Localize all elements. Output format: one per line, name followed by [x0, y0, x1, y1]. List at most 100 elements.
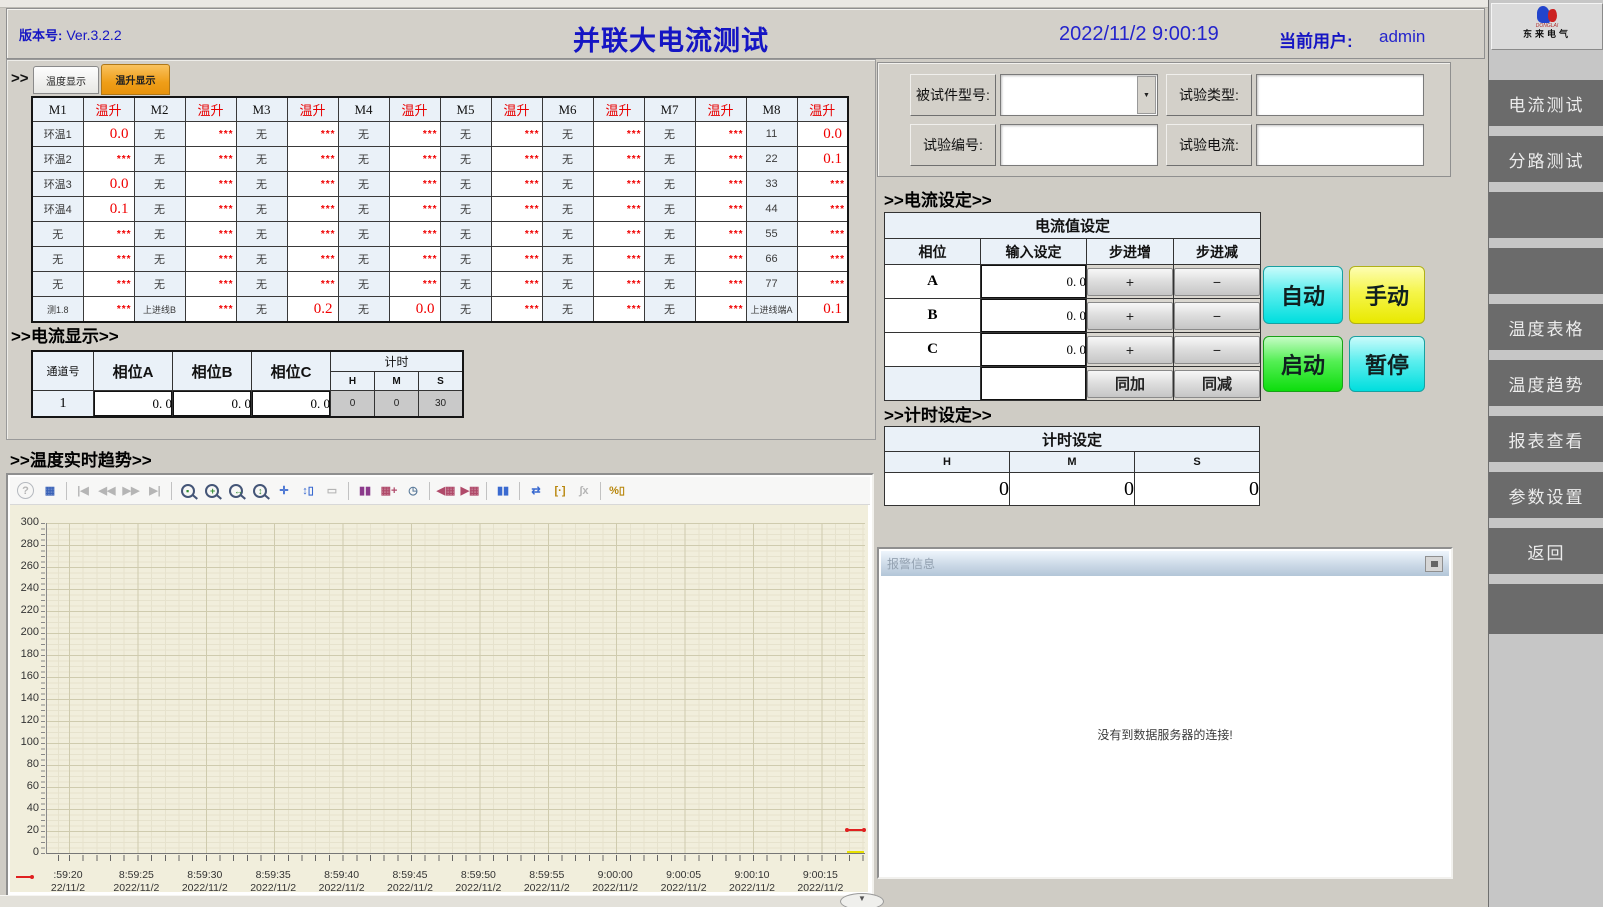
sidebar-item-branch-test[interactable]: 分路测试 — [1489, 136, 1603, 182]
sidebar-item-param-settings[interactable]: 参数设置 — [1489, 472, 1603, 518]
test-info-panel: 被试件型号: ▼ 试验类型: 试验编号: 试验电流: — [877, 62, 1451, 177]
phase-c-set-input[interactable]: 0. 0 — [981, 333, 1087, 367]
timer-minutes-input[interactable]: 0 — [1010, 473, 1135, 506]
scroll-chart-left-icon[interactable]: ◀▦ — [435, 480, 457, 501]
rise-header: 温升 — [491, 97, 542, 122]
tab-label: 温升显示 — [116, 72, 156, 87]
phase-a-step-inc-button[interactable]: + — [1087, 268, 1173, 296]
sidebar-item-back[interactable]: 返回 — [1489, 528, 1603, 574]
timer-seconds-input[interactable]: 0 — [1135, 473, 1260, 506]
go-last-icon[interactable]: ▶| — [144, 480, 166, 501]
add-chart-icon[interactable]: ▦+ — [378, 480, 400, 501]
manual-button[interactable]: 手动 — [1349, 266, 1425, 324]
toolbar-separator — [519, 482, 520, 500]
phase-all-set-input[interactable] — [981, 367, 1087, 401]
phase-b-set-input[interactable]: 0. 0 — [981, 299, 1087, 333]
current-user-label: 当前用户: — [1279, 27, 1353, 52]
export-table-icon[interactable]: ▦ — [39, 480, 61, 501]
rise-value-cell: *** — [389, 122, 440, 147]
cursor-values-icon[interactable]: [·] — [549, 480, 571, 501]
timer-hours-input[interactable]: 0 — [885, 473, 1010, 506]
test-type-input[interactable] — [1256, 74, 1424, 116]
sensor-name-cell: 无 — [440, 197, 491, 222]
pan-icon[interactable]: ✛ — [273, 480, 295, 501]
test-number-input[interactable] — [1000, 124, 1158, 166]
sensor-name-cell: 无 — [644, 172, 695, 197]
rise-value-cell: *** — [593, 272, 644, 297]
function-icon[interactable]: ∫x — [573, 480, 595, 501]
temp-table-row: 环温30.0无***无***无***无***无***无***33*** — [32, 172, 848, 197]
time-span-icon[interactable]: ◷ — [402, 480, 424, 501]
phase-c-step-dec-button[interactable]: − — [1174, 336, 1260, 364]
module-header: M5 — [440, 97, 491, 122]
data-archive-icon[interactable]: ▮▮ — [354, 480, 376, 501]
alarm-close-button[interactable] — [1425, 556, 1443, 572]
fast-forward-icon[interactable]: ▶▶ — [120, 480, 142, 501]
chart-toolbar: ?▦|◀◀◀▶▶▶|▪+↔↕✛↕▯▭▮▮▦+◷◀▦▶▦▮▮⇄[·]∫x%▯ — [10, 477, 870, 505]
alarm-message: 没有到数据服务器的连接! — [882, 726, 1448, 743]
all-inc-button[interactable]: 同加 — [1087, 370, 1173, 398]
phase-c-step-inc-button[interactable]: + — [1087, 336, 1173, 364]
pause-button[interactable]: 暂停 — [1349, 336, 1425, 392]
sensor-name-cell: 无 — [644, 247, 695, 272]
rise-value-cell: *** — [797, 172, 848, 197]
tab-temperature-display[interactable]: 温度显示 — [33, 66, 99, 94]
zoom-box-icon[interactable]: ▪ — [177, 480, 199, 501]
sidebar-item-temp-table[interactable]: 温度表格 — [1489, 304, 1603, 350]
percent-scale-icon[interactable]: %▯ — [606, 480, 628, 501]
sensor-name-cell: 无 — [236, 272, 287, 297]
collapse-chart-button[interactable]: ▼ — [840, 893, 884, 907]
rise-value-cell: 0.0 — [83, 172, 134, 197]
swap-axes-icon[interactable]: ⇄ — [525, 480, 547, 501]
sensor-name-cell: 无 — [338, 297, 389, 323]
sensor-name-cell: 无 — [542, 147, 593, 172]
sensor-name-cell: 无 — [644, 272, 695, 297]
x-axis-tick-label: 9:00:152022/11/2 — [785, 869, 855, 892]
legend-box-icon[interactable]: ▭ — [321, 480, 343, 501]
all-dec-button[interactable]: 同减 — [1174, 370, 1260, 398]
x-axis-tick-label: 9:00:052022/11/2 — [649, 869, 719, 892]
phase-b-step-inc-button[interactable]: + — [1087, 302, 1173, 330]
zoom-vertical-icon[interactable]: ↕ — [249, 480, 271, 501]
rise-value-cell: *** — [389, 272, 440, 297]
rise-value-cell: *** — [185, 297, 236, 323]
sidebar-item-report-view[interactable]: 报表查看 — [1489, 416, 1603, 462]
auto-button[interactable]: 自动 — [1263, 266, 1343, 324]
y-axis-tick-label: 20 — [12, 824, 39, 836]
x-axis-tick-label: 9:00:102022/11/2 — [717, 869, 787, 892]
start-button[interactable]: 启动 — [1263, 336, 1343, 392]
tab-temperature-rise-display[interactable]: 温升显示 — [101, 64, 170, 95]
phase-a-step-dec-button[interactable]: − — [1174, 268, 1260, 296]
sidebar-item-current-test[interactable]: 电流测试 — [1489, 80, 1603, 126]
phase-b-step-dec-button[interactable]: − — [1174, 302, 1260, 330]
sensor-name-cell: 55 — [746, 222, 797, 247]
sensor-name-cell: 无 — [236, 197, 287, 222]
scroll-chart-right-icon[interactable]: ▶▦ — [459, 480, 481, 501]
sensor-name-cell: 无 — [236, 172, 287, 197]
logo-red-shape — [1548, 9, 1557, 22]
sensor-name-cell: 无 — [338, 147, 389, 172]
chevron-down-icon[interactable]: ▼ — [1137, 76, 1156, 114]
go-first-icon[interactable]: |◀ — [72, 480, 94, 501]
sidebar-item-temp-trend[interactable]: 温度趋势 — [1489, 360, 1603, 406]
rise-value-cell: *** — [491, 247, 542, 272]
sensor-name-cell: 无 — [542, 197, 593, 222]
help-icon[interactable]: ? — [17, 482, 34, 499]
zoom-horizontal-icon[interactable]: ↔ — [225, 480, 247, 501]
axis-scale-icon[interactable]: ↕▯ — [297, 480, 319, 501]
device-model-combobox[interactable]: ▼ — [1000, 74, 1158, 116]
y-axis-tick-label: 280 — [12, 538, 39, 550]
rise-value-cell: *** — [695, 172, 746, 197]
x-tick-time: 8:59:45 — [375, 869, 445, 882]
phase-a-set-input[interactable]: 0. 0 — [981, 265, 1087, 299]
pause-trend-icon[interactable]: ▮▮ — [492, 480, 514, 501]
test-current-input[interactable] — [1256, 124, 1424, 166]
rise-value-cell: *** — [287, 122, 338, 147]
zoom-in-icon[interactable]: + — [201, 480, 223, 501]
fast-back-icon[interactable]: ◀◀ — [96, 480, 118, 501]
rise-value-cell: *** — [185, 247, 236, 272]
plot-area[interactable] — [46, 523, 865, 854]
sensor-name-cell: 无 — [644, 122, 695, 147]
rise-value-cell: *** — [185, 172, 236, 197]
sensor-name-cell: 环温1 — [32, 122, 83, 147]
